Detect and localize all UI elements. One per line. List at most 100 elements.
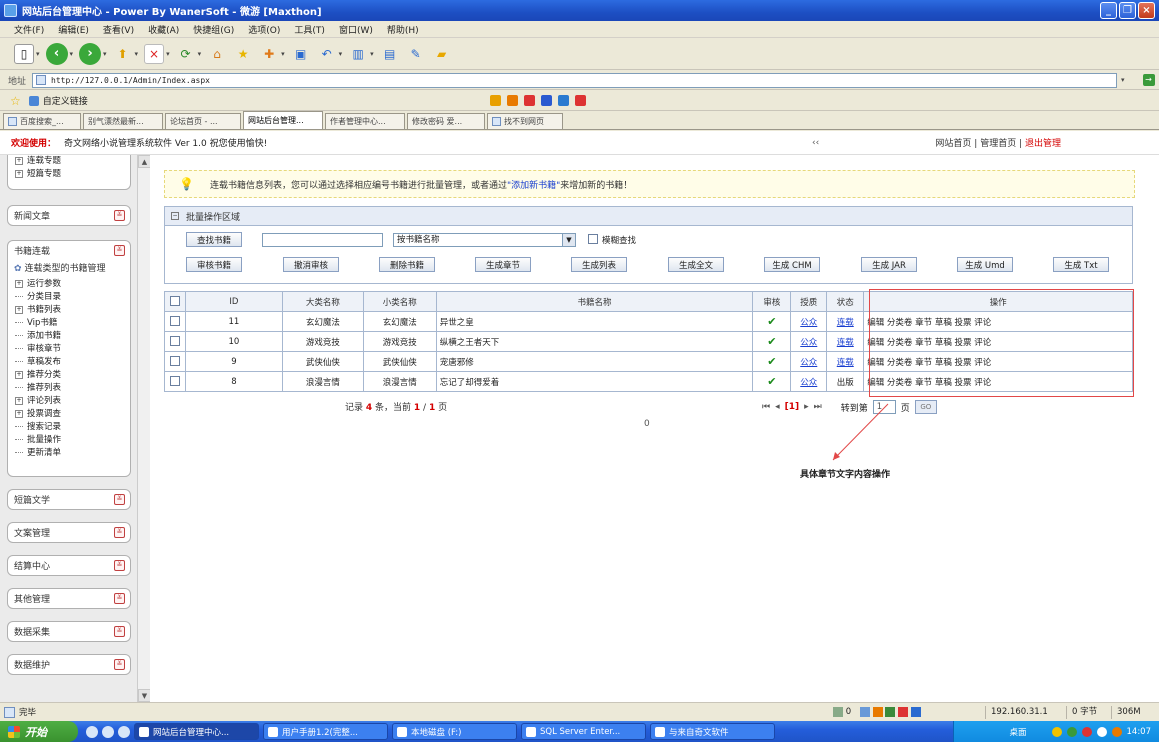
quick-launch-icon[interactable] [86, 725, 98, 738]
tree-item[interactable]: 推荐列表 [8, 382, 130, 395]
start-button[interactable]: 开始 [0, 721, 78, 742]
chevron-down-icon[interactable]: ▾ [103, 50, 107, 58]
chevron-down-icon[interactable]: ▾ [135, 50, 139, 58]
new-page-icon[interactable]: ▯ [14, 43, 34, 64]
menu-file[interactable]: 文件(F) [14, 23, 44, 36]
chevron-down-icon[interactable]: ▾ [198, 50, 202, 58]
tab-author[interactable]: 作者管理中心... [325, 113, 405, 129]
chevron-down-icon[interactable]: ▾ [281, 50, 285, 58]
tree-item[interactable]: + 运行参数 [8, 278, 130, 291]
sidebar-scrollbar[interactable]: ▲ ▼ [137, 155, 150, 702]
scroll-up-icon[interactable]: ▲ [138, 155, 150, 168]
menu-options[interactable]: 选项(O) [248, 23, 280, 36]
admin-home-link[interactable]: 管理首页 [980, 139, 1016, 149]
back-icon[interactable]: ‹ [45, 42, 68, 65]
quick-launch-icon[interactable] [102, 725, 114, 738]
bar-icon[interactable] [490, 95, 501, 106]
groups-icon[interactable]: ✚ [259, 44, 279, 64]
chevron-down-icon[interactable]: ▾ [370, 50, 374, 58]
expand-toggle-icon[interactable]: ≚ [114, 593, 125, 604]
tab-novel[interactable]: 别气漂然最新... [83, 113, 163, 129]
minimize-button[interactable]: _ [1100, 2, 1117, 19]
collapse-toggle-icon[interactable]: ≚ [114, 245, 125, 256]
home-icon[interactable]: ⌂ [207, 44, 227, 64]
books-subtitle[interactable]: ✿ 连载类型的书籍管理 [8, 260, 130, 278]
bar-icon[interactable] [507, 95, 518, 106]
menu-edit[interactable]: 编辑(E) [58, 23, 89, 36]
tray-icon[interactable] [1096, 726, 1107, 737]
bar-icon[interactable] [575, 95, 586, 106]
favorites-star-icon[interactable]: ★ [233, 44, 253, 64]
panel-news[interactable]: 新闻文章 ≚ [7, 205, 131, 226]
restore-button[interactable]: ❐ [1119, 2, 1136, 19]
tree-item[interactable]: Vip书籍 [8, 317, 130, 330]
panel-collect[interactable]: 数据采集 ≚ [7, 621, 131, 642]
bar-icon[interactable] [558, 95, 569, 106]
tab-admin[interactable]: 网站后台管理... [243, 111, 323, 129]
forward-icon[interactable]: › [79, 42, 102, 65]
expand-toggle-icon[interactable]: ≚ [114, 494, 125, 505]
chevron-down-icon[interactable]: ▾ [36, 50, 40, 58]
undo-icon[interactable]: ↶ [317, 44, 337, 64]
tray-icon[interactable] [1051, 726, 1062, 737]
window-icon[interactable]: ▣ [291, 44, 311, 64]
task-admin[interactable]: 网站后台管理中心... [134, 723, 259, 740]
tree-item[interactable]: 分类目录 [8, 291, 130, 304]
chevron-down-icon[interactable]: ▾ [166, 50, 170, 58]
split-icon[interactable]: ▥ [348, 44, 368, 64]
expand-toggle-icon[interactable]: ≚ [114, 210, 125, 221]
quick-launch-icon[interactable] [118, 725, 130, 738]
bar-icon[interactable] [541, 95, 552, 106]
task-chat[interactable]: 与来自奇文软件 [650, 723, 775, 740]
menu-favorites[interactable]: 收藏(A) [148, 23, 179, 36]
tab-baidu[interactable]: 百度搜索_... [3, 113, 81, 129]
tree-item[interactable]: 搜索记录 [8, 421, 130, 434]
tree-item-serial[interactable]: + 连载专题 [8, 155, 130, 168]
exit-admin-link[interactable]: 退出管理 [1025, 139, 1061, 149]
star-icon[interactable]: ☆ [10, 94, 21, 108]
scroll-down-icon[interactable]: ▼ [138, 689, 150, 702]
tab-notfound[interactable]: 找不到网页 [487, 113, 563, 129]
tab-forum[interactable]: 论坛首页 - ... [165, 113, 241, 129]
panel-short[interactable]: 短篇文学 ≚ [7, 489, 131, 510]
chevron-down-icon[interactable]: ▾ [70, 50, 74, 58]
tree-item[interactable]: + 书籍列表 [8, 304, 130, 317]
go-icon[interactable]: → [1142, 74, 1155, 86]
panel-docs[interactable]: 文案管理 ≚ [7, 522, 131, 543]
stop-icon[interactable]: × [144, 43, 165, 64]
task-disk[interactable]: 本地磁盘 (F:) [392, 723, 517, 740]
panel-other[interactable]: 其他管理 ≚ [7, 588, 131, 609]
site-home-link[interactable]: 网站首页 [935, 139, 971, 149]
tree-item[interactable]: 批量操作 [8, 434, 130, 447]
panel-icon[interactable]: ▤ [380, 44, 400, 64]
expand-toggle-icon[interactable]: ≚ [114, 527, 125, 538]
tree-item[interactable]: + 推荐分类 [8, 369, 130, 382]
collapse-arrows-icon[interactable]: ‹‹ [812, 138, 819, 148]
desktop-label[interactable]: 桌面 [1009, 726, 1026, 738]
expand-toggle-icon[interactable]: ≚ [114, 560, 125, 571]
up-icon[interactable]: ⬆ [113, 44, 133, 64]
bar-icon[interactable] [524, 95, 535, 106]
tree-item[interactable]: + 投票调查 [8, 408, 130, 421]
tree-item[interactable]: 添加书籍 [8, 330, 130, 343]
menu-view[interactable]: 查看(V) [103, 23, 134, 36]
chevron-down-icon[interactable]: ▾ [1121, 76, 1125, 84]
panel-maint[interactable]: 数据维护 ≚ [7, 654, 131, 675]
task-manual[interactable]: 用户手册1.2(完整... [263, 723, 388, 740]
panel-settle[interactable]: 结算中心 ≚ [7, 555, 131, 576]
tree-item[interactable]: 草稿发布 [8, 356, 130, 369]
tray-icon[interactable] [1111, 726, 1122, 737]
close-button[interactable]: × [1138, 2, 1155, 19]
tree-item-short[interactable]: + 短篇专题 [8, 168, 130, 181]
edit-icon[interactable]: ✎ [406, 44, 426, 64]
tree-item[interactable]: + 评论列表 [8, 395, 130, 408]
tray-icon[interactable] [1066, 726, 1077, 737]
menu-tools[interactable]: 工具(T) [294, 23, 325, 36]
folder-icon[interactable]: ▰ [432, 44, 452, 64]
menu-groups[interactable]: 快捷组(G) [193, 23, 234, 36]
tree-item[interactable]: 审核章节 [8, 343, 130, 356]
tray-icon[interactable] [1081, 726, 1092, 737]
custom-link[interactable]: 自定义链接 [28, 94, 88, 107]
tree-item[interactable]: 更新清单 [8, 447, 130, 460]
menu-window[interactable]: 窗口(W) [339, 23, 373, 36]
